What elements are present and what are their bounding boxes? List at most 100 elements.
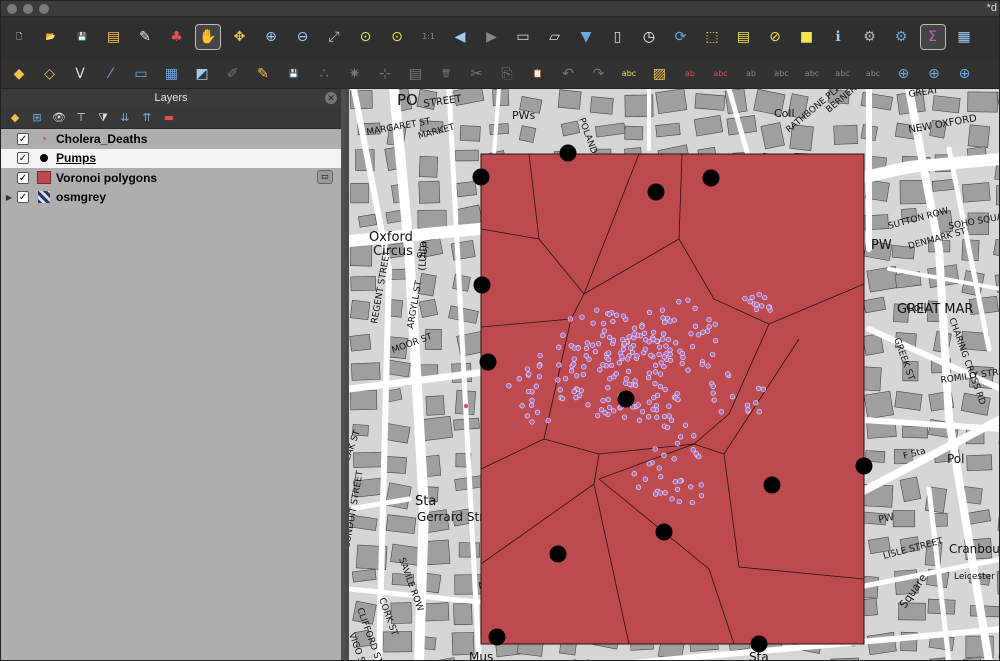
cholera-death-point[interactable] bbox=[623, 376, 629, 382]
cholera-death-point[interactable] bbox=[619, 354, 625, 360]
cholera-death-point[interactable] bbox=[580, 371, 586, 378]
select-by-value-button[interactable]: ▤ bbox=[732, 25, 756, 49]
pump-point[interactable] bbox=[647, 183, 665, 201]
cholera-death-point[interactable] bbox=[650, 406, 656, 412]
cholera-death-point[interactable] bbox=[528, 402, 535, 408]
cholera-death-point[interactable] bbox=[712, 321, 718, 327]
cholera-death-point[interactable] bbox=[729, 394, 736, 400]
cholera-death-point[interactable] bbox=[571, 356, 577, 362]
cholera-death-point[interactable] bbox=[639, 324, 645, 330]
pump-point[interactable] bbox=[488, 628, 506, 646]
pump-point[interactable] bbox=[473, 276, 491, 294]
cholera-death-point[interactable] bbox=[606, 356, 612, 363]
web-map-button[interactable]: ⊕ bbox=[922, 62, 946, 86]
add-polygon-button[interactable]: ▭ bbox=[129, 62, 153, 86]
zoom-next-button[interactable]: ▶ bbox=[480, 25, 504, 49]
layer-visibility-checkbox[interactable]: ✓ bbox=[17, 191, 29, 204]
cholera-death-point[interactable] bbox=[607, 404, 613, 411]
label-toolbar-button[interactable]: ▨ bbox=[648, 62, 672, 86]
cholera-death-point[interactable] bbox=[571, 388, 577, 395]
cholera-death-point[interactable] bbox=[524, 366, 531, 372]
highlight-labels-button[interactable]: abc bbox=[709, 62, 733, 86]
cholera-death-point[interactable] bbox=[536, 373, 543, 380]
new-geopackage-button[interactable]: ◇ bbox=[38, 62, 62, 86]
zoom-out-button[interactable]: ⊖ bbox=[291, 25, 315, 49]
pin-labels-button[interactable]: ab bbox=[678, 62, 702, 86]
cholera-death-point[interactable] bbox=[688, 330, 694, 337]
cholera-death-point[interactable] bbox=[627, 345, 634, 351]
cholera-death-point[interactable] bbox=[567, 316, 574, 322]
cholera-death-point[interactable] bbox=[765, 304, 772, 310]
cholera-death-point[interactable] bbox=[652, 362, 659, 369]
cholera-death-point[interactable] bbox=[600, 320, 607, 327]
cholera-death-point[interactable] bbox=[654, 414, 660, 420]
show-bookmarks-button[interactable]: ▯ bbox=[606, 25, 630, 49]
cholera-death-point[interactable] bbox=[571, 361, 577, 367]
cholera-death-point[interactable] bbox=[621, 414, 628, 420]
cholera-death-point[interactable] bbox=[691, 433, 697, 439]
cholera-death-point[interactable] bbox=[645, 414, 652, 420]
cholera-death-point[interactable] bbox=[583, 345, 590, 352]
map-canvas[interactable]: PO STREET PWs Coll MARGARET ST MARKET NEW OXFO… bbox=[349, 89, 999, 660]
cholera-death-point[interactable] bbox=[685, 367, 691, 373]
cholera-death-point[interactable] bbox=[529, 397, 535, 403]
cholera-death-point[interactable] bbox=[610, 318, 616, 325]
cholera-death-point[interactable] bbox=[653, 402, 660, 409]
cholera-death-point[interactable] bbox=[711, 397, 717, 403]
cholera-death-point[interactable] bbox=[712, 337, 719, 344]
cholera-death-point[interactable] bbox=[679, 360, 685, 367]
cholera-death-point[interactable] bbox=[688, 484, 694, 490]
settings-button[interactable]: ⚙ bbox=[889, 25, 913, 49]
new-project-button[interactable]: 🗋 bbox=[7, 25, 31, 49]
browse-button[interactable]: ⊕ bbox=[953, 62, 977, 86]
cholera-death-point[interactable] bbox=[556, 344, 562, 350]
save-edits-button[interactable]: 💾 bbox=[282, 62, 306, 86]
cholera-death-point[interactable] bbox=[679, 350, 685, 357]
zoom-in-button[interactable]: ⊕ bbox=[259, 25, 283, 49]
cholera-death-point[interactable] bbox=[657, 490, 663, 496]
cholera-death-point[interactable] bbox=[632, 378, 638, 384]
digitize-button[interactable]: V bbox=[68, 62, 92, 86]
layer-visibility-checkbox[interactable]: ✓ bbox=[17, 171, 29, 184]
pan-map-button[interactable]: ✋ bbox=[195, 24, 221, 50]
cholera-death-point[interactable] bbox=[533, 383, 539, 389]
cholera-death-point[interactable] bbox=[674, 486, 681, 493]
cholera-death-point[interactable] bbox=[705, 363, 711, 369]
cholera-death-point[interactable] bbox=[753, 306, 760, 312]
cholera-death-point[interactable] bbox=[575, 345, 581, 351]
cholera-death-point[interactable] bbox=[526, 371, 532, 377]
layer-row[interactable]: ▶ ✓ osmgrey bbox=[1, 188, 341, 208]
cholera-death-point[interactable] bbox=[706, 324, 712, 330]
cholera-death-point[interactable] bbox=[516, 376, 522, 382]
cholera-death-point[interactable] bbox=[625, 356, 631, 362]
cholera-death-point[interactable] bbox=[666, 413, 672, 419]
cholera-death-point[interactable] bbox=[525, 388, 532, 395]
cholera-death-point[interactable] bbox=[744, 402, 751, 408]
cholera-death-point[interactable] bbox=[657, 383, 663, 390]
new-map-view-button[interactable]: ▭ bbox=[511, 25, 535, 49]
cholera-death-point[interactable] bbox=[709, 351, 716, 358]
cholera-death-point[interactable] bbox=[656, 351, 662, 358]
cholera-death-point[interactable] bbox=[667, 318, 673, 324]
cholera-death-point[interactable] bbox=[560, 332, 566, 338]
cholera-death-point[interactable] bbox=[674, 390, 680, 397]
cholera-death-point[interactable] bbox=[611, 408, 617, 414]
cholera-death-point[interactable] bbox=[753, 400, 759, 406]
cholera-death-point[interactable] bbox=[622, 380, 629, 386]
cholera-death-point[interactable] bbox=[706, 317, 712, 323]
cholera-death-point[interactable] bbox=[631, 325, 638, 331]
zoom-last-button[interactable]: ◀ bbox=[448, 25, 472, 49]
cholera-death-point[interactable] bbox=[657, 371, 664, 377]
cholera-death-point[interactable] bbox=[756, 291, 762, 298]
expand-arrow-icon[interactable]: ▶ bbox=[1, 193, 17, 202]
cholera-death-point[interactable] bbox=[671, 456, 677, 462]
vertex-button[interactable]: ◩ bbox=[190, 62, 214, 86]
cholera-death-point[interactable] bbox=[685, 297, 691, 303]
cholera-death-point[interactable] bbox=[747, 299, 753, 305]
digitize-point-button[interactable]: ∴ bbox=[312, 62, 336, 86]
add-group-icon[interactable]: ⊞ bbox=[29, 110, 45, 126]
layer-visibility-checkbox[interactable]: ✓ bbox=[17, 152, 29, 165]
cholera-death-point[interactable] bbox=[689, 499, 695, 506]
cholera-death-point[interactable] bbox=[676, 299, 682, 305]
voronoi-polygons-layer[interactable] bbox=[480, 153, 865, 645]
